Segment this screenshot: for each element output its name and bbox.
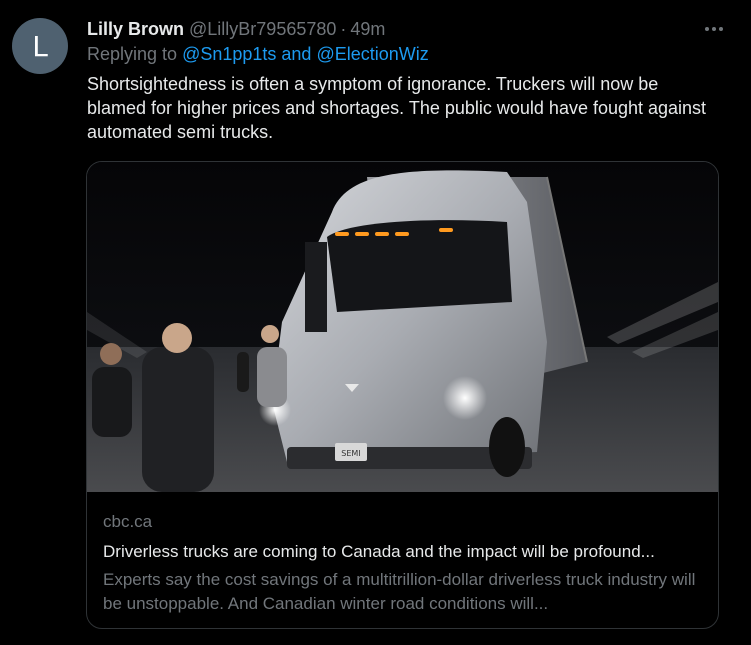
avatar-letter: L bbox=[32, 29, 48, 63]
replying-to: Replying to @Sn1pp1ts and @ElectionWiz bbox=[87, 44, 429, 65]
card-domain: cbc.ca bbox=[103, 512, 153, 531]
display-name[interactable]: Lilly Brown bbox=[87, 19, 184, 40]
more-horizontal-icon bbox=[705, 27, 723, 31]
tweet-text: Shortsightedness is often a symptom of i… bbox=[87, 74, 707, 142]
card-title[interactable]: Driverless trucks are coming to Canada a… bbox=[103, 540, 703, 564]
separator-dot: · bbox=[340, 18, 347, 39]
reply-mentions-link[interactable]: @Sn1pp1ts and @ElectionWiz bbox=[182, 44, 429, 64]
card-meta: cbc.ca Driverless trucks are coming to C… bbox=[103, 511, 703, 616]
license-plate: SEMI bbox=[341, 449, 360, 458]
card-description: Experts say the cost savings of a multit… bbox=[103, 570, 696, 613]
truck-photo: SEMI bbox=[87, 162, 718, 492]
user-handle[interactable]: @LillyBr79565780 bbox=[189, 19, 336, 40]
card-image[interactable]: SEMI bbox=[87, 162, 718, 492]
more-options-button[interactable] bbox=[703, 18, 725, 40]
timestamp[interactable]: 49m bbox=[350, 19, 385, 40]
replying-prefix: Replying to bbox=[87, 44, 178, 64]
tweet[interactable]: L Lilly Brown @LillyBr79565780 · 49m Rep… bbox=[0, 0, 751, 645]
tweet-header: Lilly Brown @LillyBr79565780 · 49m bbox=[87, 16, 385, 42]
avatar[interactable]: L bbox=[12, 18, 68, 74]
link-card[interactable]: SEMI cbc.ca Driverless trucks are coming… bbox=[86, 161, 719, 629]
